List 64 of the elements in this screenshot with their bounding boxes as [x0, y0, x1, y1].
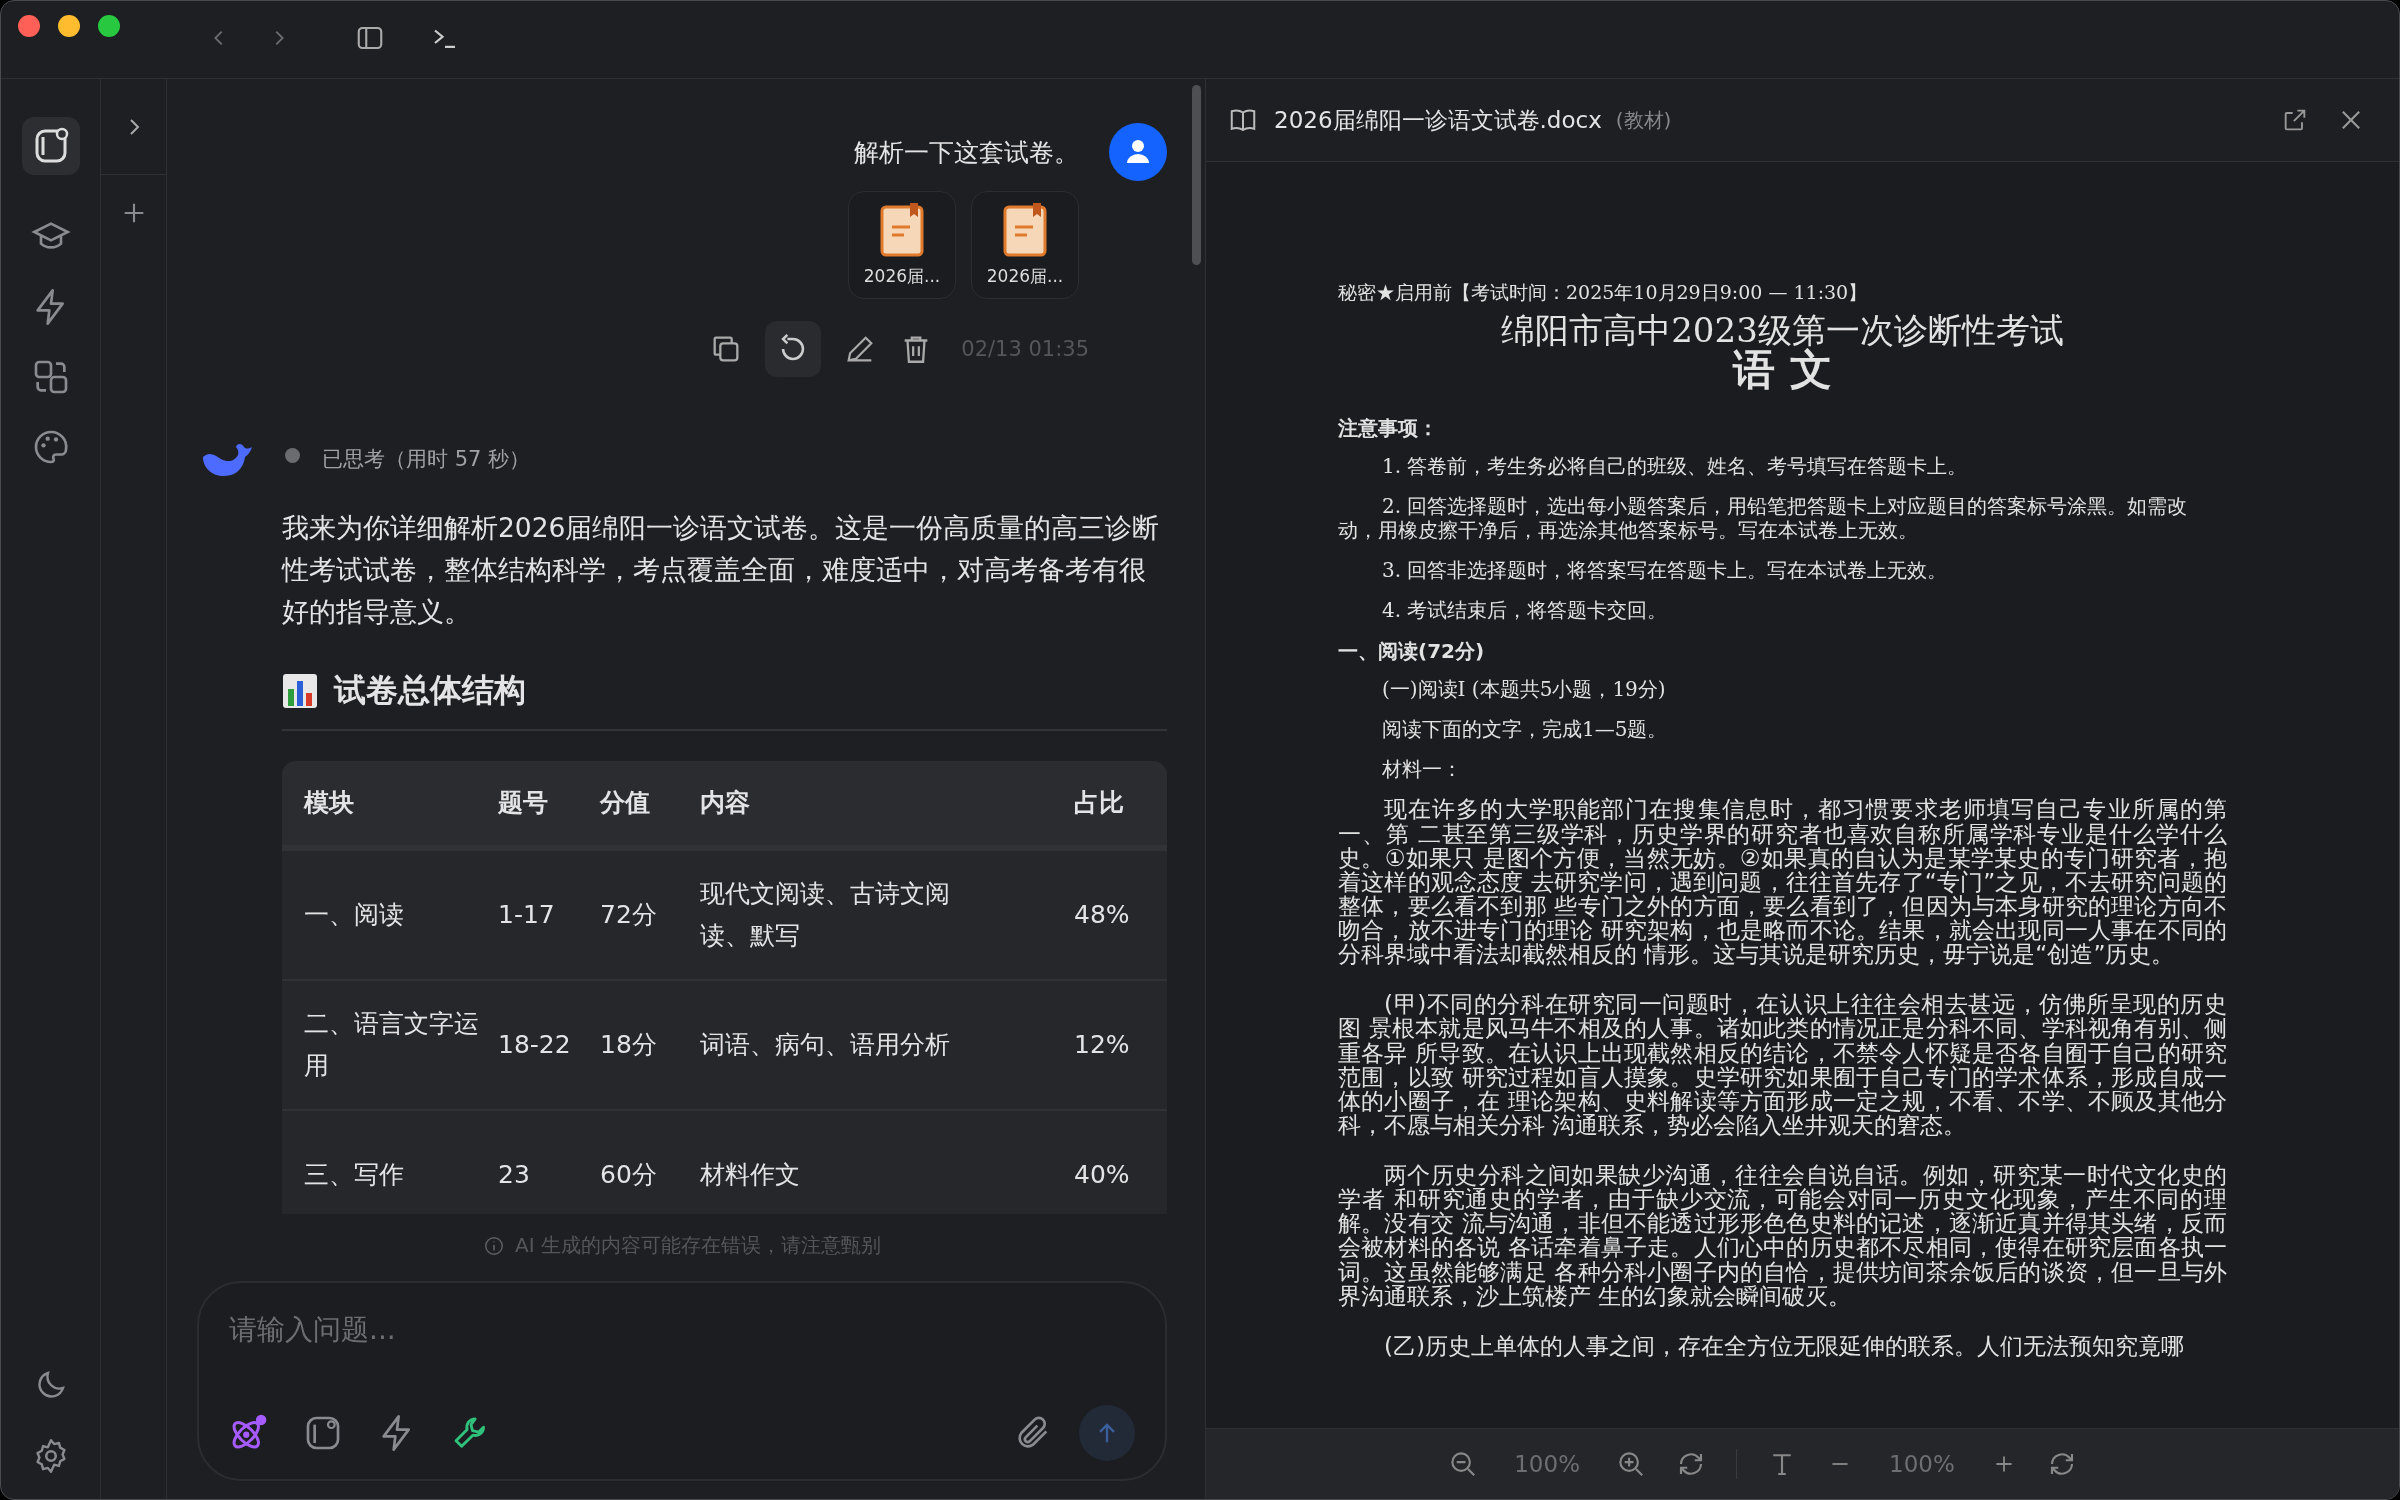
disclaimer-text: AI 生成的内容可能存在错误，请注意甄别 [515, 1232, 881, 1259]
attachment-card[interactable]: 2026届... [971, 191, 1079, 299]
section-heading: 注意事项： [1338, 415, 1439, 443]
info-icon [483, 1234, 506, 1257]
zoom-in-icon[interactable] [1616, 1449, 1646, 1479]
table-cell-text: 60分 [600, 1159, 658, 1191]
table-cell-text: 12% [1073, 1029, 1131, 1061]
app-logo-icon[interactable] [21, 117, 80, 175]
answer-paragraph: 我来为你详细解析2026届绵阳一诊语文试卷。这是一份高质量的高三诊断性考试试卷，整体结构科学，考点覆盖全面，难度适中，对高考备考有很好的指导意义。 [282, 511, 1161, 629]
document-text: 阅读下面的文字，完成1—5题。 [1381, 717, 1669, 742]
document-text: 3. 回答非选择题时，将答案写在答题卡上。写在本试卷上无效。 [1381, 558, 1949, 583]
question-input-field[interactable]: 请输入问题... [227, 1303, 1135, 1355]
font-size-level: 100% [1889, 1451, 1955, 1477]
bar-chart-icon [282, 673, 318, 709]
table-cell-text: 48% [1073, 899, 1131, 931]
user-avatar-icon [1109, 123, 1167, 181]
document-text: 4. 考试结束后，将答题卡交回。 [1381, 598, 1669, 623]
subject-title: 语 文 [1731, 349, 1833, 392]
retry-button[interactable] [765, 321, 822, 377]
document-text: 材料一： [1381, 757, 1463, 782]
minimize-window-button[interactable] [58, 14, 80, 37]
document-title: 2026届绵阳一诊语文试卷.docx [1274, 105, 1602, 135]
timestamp: 02/13 01:35 [961, 337, 1089, 361]
column-header: 模块 [302, 787, 355, 819]
attachment-card[interactable]: 2026届... [848, 191, 956, 299]
column-header: 分值 [600, 787, 651, 819]
document-paragraph: 现在许多的大学职能部门在搜集信息时，都习惯要求老师填写自己专业所属的第一、第 二甚至第三级学科，历史学界的研究者也喜欢自称所属学科专业是什么学什么史。①如果只 是图个方便，当然无妨。②如果真的自认为是某学某史的专门研究者，抱着这样的观念态度 去研究学问，遇到问题，往往首先存了“专门”之见，不去研究问题的整体，要么看不到那 些专门之外的方面，要么看到了，但因为与本身研究的理论方向不吻合，放不进专门的理论 研究架构，也是略而不论。结果，就会出现同一人事在不同的分科界域中看法却截然相反的 情形。这与其说是研究历史，毋宁说是“创造”历史。 [1338, 797, 2227, 967]
document-header-line: 秘密★启用前【考试时间：2025年10月29日9:00 — 11:30】 [1338, 280, 1869, 305]
document-tag: (教材) [1615, 106, 1672, 134]
scrollbar-thumb[interactable] [1191, 85, 1201, 265]
table-cell-text: 一、阅读 [303, 899, 405, 931]
document-paragraph: (乙)历史上单体的人事之间，存在全方位无限延伸的联系。人们无法预知究竟哪 [1383, 1333, 2186, 1358]
document-text: 1. 答卷前，考生务必将自己的班级、姓名、考号填写在答题卡上。 [1381, 454, 1969, 479]
zoom-level: 100% [1514, 1451, 1580, 1477]
table-cell-text: 二、语言文字运用 [303, 1008, 480, 1082]
table-cell-text: 40% [1073, 1159, 1131, 1191]
document-icon [880, 202, 924, 257]
table-cell-text: 23 [498, 1159, 531, 1191]
document-icon [1003, 202, 1047, 257]
column-header: 题号 [498, 787, 549, 819]
table-cell-text: 三、写作 [303, 1159, 405, 1191]
table-cell-text: 1-17 [498, 899, 556, 931]
section-heading: 试卷总体结构 [334, 670, 526, 711]
column-header: 内容 [700, 787, 751, 819]
table-cell-text: 18-22 [498, 1029, 572, 1061]
document-paragraph: (甲)不同的分科在研究同一问题时，在认识上往往会相去甚远，仿佛所呈现的历史图 景根本就是风马牛不相及的人事。诸如此类的情况正是分科不同、学科视角有别、侧重各异 所导致。在认识上出现截然相反的结论，不禁令人怀疑是否各自囿于自己的研究范围，以致 研究过程如盲人摸象。史学研究如果囿于自己专门的学术体系，形成自成一体的小圈子，在 理论架构、史料解读等方面形成一定之规，不看、不学、不顾及其他分科，不愿与相关分科 沟通联系，势必会陷入坐井观天的窘态。 [1338, 992, 2227, 1137]
table-cell-text: 18分 [600, 1029, 658, 1061]
document-text: (一)阅读I (本题共5小题，19分) [1381, 677, 1667, 702]
attachment-name: 2026届... [986, 264, 1064, 288]
zoom-window-button[interactable] [98, 14, 120, 37]
document-paragraph: 两个历史分科之间如果缺少沟通，往往会自说自话。例如，研究某一时代文化史的学者 和研究通史的学者，由于缺少交流，可能会对同一历史文化现象，产生不同的理解。没有交 流与沟通，非但不能透过形形色色史料的记述，逐渐近真并得其头绪，反而会被材料的各说 各话牵着鼻子走。人们心中的历史都不尽相同，使得在研究层面各执一词。这虽然能够满足 各种分科小圈子内的自恰，提供坊间茶余饭后的谈资，但一旦与外界沟通联系，沙上筑楼产 生的幻象就会瞬间破灭。 [1338, 1163, 2227, 1308]
thinking-status[interactable]: 已思考（用时 57 秒） [322, 445, 531, 473]
section-heading: 一、阅读(72分) [1338, 638, 1486, 666]
table-cell-text: 词语、病句、语用分析 [700, 1029, 951, 1061]
attachment-name: 2026届... [863, 264, 941, 288]
close-window-button[interactable] [18, 14, 40, 37]
user-message: 解析一下这套试卷。 [854, 137, 1079, 169]
table-cell-text: 现代文阅读、古诗文阅读、默写 [700, 878, 951, 952]
document-text: 2. 回答选择题时，选出每小题答案后，用铅笔把答题卡上对应题目的答案标号涂黑。如需改动，用橡皮擦干净后，再选涂其他答案标号。写在本试卷上无效。 [1338, 494, 2189, 543]
table-cell-text: 材料作文 [700, 1159, 801, 1191]
column-header: 占比 [1073, 787, 1125, 819]
status-dot [285, 447, 300, 463]
send-button[interactable] [1079, 1405, 1135, 1461]
table-cell-text: 72分 [600, 899, 658, 931]
